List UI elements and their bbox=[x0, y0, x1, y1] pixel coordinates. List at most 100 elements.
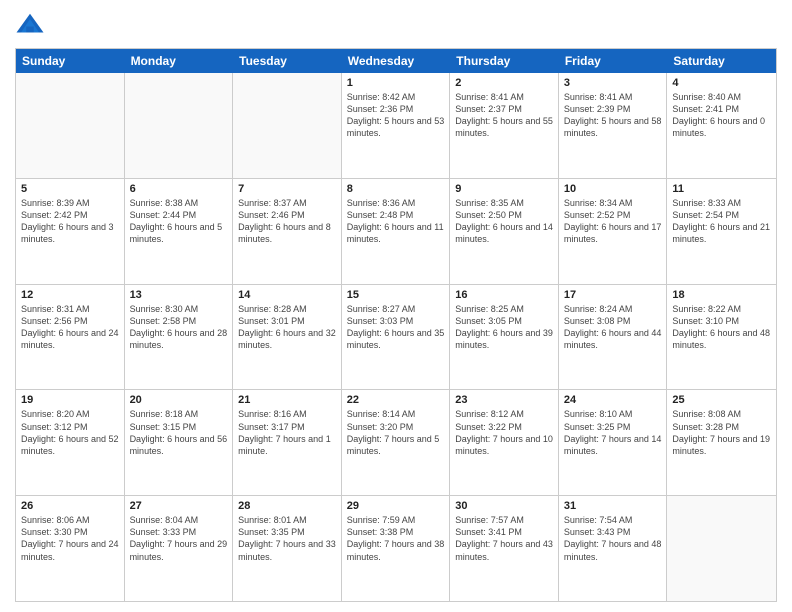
day-info: Sunrise: 8:37 AM Sunset: 2:46 PM Dayligh… bbox=[238, 197, 336, 246]
cal-cell bbox=[16, 73, 125, 178]
cal-cell: 7 Sunrise: 8:37 AM Sunset: 2:46 PM Daylig… bbox=[233, 179, 342, 284]
day-info: Sunrise: 8:42 AM Sunset: 2:36 PM Dayligh… bbox=[347, 91, 445, 140]
calendar: SundayMondayTuesdayWednesdayThursdayFrid… bbox=[15, 48, 777, 602]
header-day-saturday: Saturday bbox=[667, 49, 776, 73]
day-info: Sunrise: 8:33 AM Sunset: 2:54 PM Dayligh… bbox=[672, 197, 771, 246]
day-number: 2 bbox=[455, 77, 553, 89]
day-number: 10 bbox=[564, 183, 662, 195]
day-number: 19 bbox=[21, 394, 119, 406]
day-info: Sunrise: 8:16 AM Sunset: 3:17 PM Dayligh… bbox=[238, 408, 336, 457]
day-info: Sunrise: 8:35 AM Sunset: 2:50 PM Dayligh… bbox=[455, 197, 553, 246]
day-info: Sunrise: 8:30 AM Sunset: 2:58 PM Dayligh… bbox=[130, 303, 228, 352]
cal-cell: 16 Sunrise: 8:25 AM Sunset: 3:05 PM Dayli… bbox=[450, 285, 559, 390]
day-number: 8 bbox=[347, 183, 445, 195]
week-row-5: 26 Sunrise: 8:06 AM Sunset: 3:30 PM Dayli… bbox=[16, 495, 776, 601]
page: SundayMondayTuesdayWednesdayThursdayFrid… bbox=[0, 0, 792, 612]
day-info: Sunrise: 7:59 AM Sunset: 3:38 PM Dayligh… bbox=[347, 514, 445, 563]
cal-cell: 29 Sunrise: 7:59 AM Sunset: 3:38 PM Dayli… bbox=[342, 496, 451, 601]
day-number: 18 bbox=[672, 289, 771, 301]
header-day-thursday: Thursday bbox=[450, 49, 559, 73]
week-row-1: 1 Sunrise: 8:42 AM Sunset: 2:36 PM Daylig… bbox=[16, 73, 776, 178]
day-info: Sunrise: 8:39 AM Sunset: 2:42 PM Dayligh… bbox=[21, 197, 119, 246]
day-number: 20 bbox=[130, 394, 228, 406]
day-number: 24 bbox=[564, 394, 662, 406]
day-info: Sunrise: 8:04 AM Sunset: 3:33 PM Dayligh… bbox=[130, 514, 228, 563]
week-row-4: 19 Sunrise: 8:20 AM Sunset: 3:12 PM Dayli… bbox=[16, 389, 776, 495]
cal-cell: 4 Sunrise: 8:40 AM Sunset: 2:41 PM Daylig… bbox=[667, 73, 776, 178]
cal-cell: 25 Sunrise: 8:08 AM Sunset: 3:28 PM Dayli… bbox=[667, 390, 776, 495]
cal-cell: 21 Sunrise: 8:16 AM Sunset: 3:17 PM Dayli… bbox=[233, 390, 342, 495]
day-info: Sunrise: 8:22 AM Sunset: 3:10 PM Dayligh… bbox=[672, 303, 771, 352]
day-info: Sunrise: 8:36 AM Sunset: 2:48 PM Dayligh… bbox=[347, 197, 445, 246]
day-number: 27 bbox=[130, 500, 228, 512]
cal-cell: 12 Sunrise: 8:31 AM Sunset: 2:56 PM Dayli… bbox=[16, 285, 125, 390]
cal-cell: 18 Sunrise: 8:22 AM Sunset: 3:10 PM Dayli… bbox=[667, 285, 776, 390]
day-number: 21 bbox=[238, 394, 336, 406]
cal-cell bbox=[667, 496, 776, 601]
day-info: Sunrise: 8:06 AM Sunset: 3:30 PM Dayligh… bbox=[21, 514, 119, 563]
day-number: 1 bbox=[347, 77, 445, 89]
cal-cell: 11 Sunrise: 8:33 AM Sunset: 2:54 PM Dayli… bbox=[667, 179, 776, 284]
day-info: Sunrise: 8:27 AM Sunset: 3:03 PM Dayligh… bbox=[347, 303, 445, 352]
day-number: 7 bbox=[238, 183, 336, 195]
day-number: 12 bbox=[21, 289, 119, 301]
day-number: 5 bbox=[21, 183, 119, 195]
day-info: Sunrise: 7:57 AM Sunset: 3:41 PM Dayligh… bbox=[455, 514, 553, 563]
cal-cell: 15 Sunrise: 8:27 AM Sunset: 3:03 PM Dayli… bbox=[342, 285, 451, 390]
day-number: 28 bbox=[238, 500, 336, 512]
header-day-monday: Monday bbox=[125, 49, 234, 73]
day-number: 22 bbox=[347, 394, 445, 406]
day-info: Sunrise: 8:28 AM Sunset: 3:01 PM Dayligh… bbox=[238, 303, 336, 352]
calendar-body: 1 Sunrise: 8:42 AM Sunset: 2:36 PM Daylig… bbox=[16, 73, 776, 601]
cal-cell: 23 Sunrise: 8:12 AM Sunset: 3:22 PM Dayli… bbox=[450, 390, 559, 495]
day-number: 9 bbox=[455, 183, 553, 195]
day-info: Sunrise: 8:38 AM Sunset: 2:44 PM Dayligh… bbox=[130, 197, 228, 246]
day-number: 17 bbox=[564, 289, 662, 301]
week-row-2: 5 Sunrise: 8:39 AM Sunset: 2:42 PM Daylig… bbox=[16, 178, 776, 284]
header-day-tuesday: Tuesday bbox=[233, 49, 342, 73]
week-row-3: 12 Sunrise: 8:31 AM Sunset: 2:56 PM Dayli… bbox=[16, 284, 776, 390]
day-info: Sunrise: 8:41 AM Sunset: 2:37 PM Dayligh… bbox=[455, 91, 553, 140]
day-number: 11 bbox=[672, 183, 771, 195]
day-info: Sunrise: 7:54 AM Sunset: 3:43 PM Dayligh… bbox=[564, 514, 662, 563]
day-number: 25 bbox=[672, 394, 771, 406]
header bbox=[15, 10, 777, 40]
day-number: 30 bbox=[455, 500, 553, 512]
day-number: 26 bbox=[21, 500, 119, 512]
day-info: Sunrise: 8:25 AM Sunset: 3:05 PM Dayligh… bbox=[455, 303, 553, 352]
day-number: 15 bbox=[347, 289, 445, 301]
header-day-friday: Friday bbox=[559, 49, 668, 73]
cal-cell bbox=[233, 73, 342, 178]
cal-cell: 30 Sunrise: 7:57 AM Sunset: 3:41 PM Dayli… bbox=[450, 496, 559, 601]
day-info: Sunrise: 8:12 AM Sunset: 3:22 PM Dayligh… bbox=[455, 408, 553, 457]
day-info: Sunrise: 8:24 AM Sunset: 3:08 PM Dayligh… bbox=[564, 303, 662, 352]
cal-cell: 2 Sunrise: 8:41 AM Sunset: 2:37 PM Daylig… bbox=[450, 73, 559, 178]
calendar-header: SundayMondayTuesdayWednesdayThursdayFrid… bbox=[16, 49, 776, 73]
day-number: 23 bbox=[455, 394, 553, 406]
day-info: Sunrise: 8:08 AM Sunset: 3:28 PM Dayligh… bbox=[672, 408, 771, 457]
day-info: Sunrise: 8:31 AM Sunset: 2:56 PM Dayligh… bbox=[21, 303, 119, 352]
day-info: Sunrise: 8:40 AM Sunset: 2:41 PM Dayligh… bbox=[672, 91, 771, 140]
day-info: Sunrise: 8:18 AM Sunset: 3:15 PM Dayligh… bbox=[130, 408, 228, 457]
cal-cell: 26 Sunrise: 8:06 AM Sunset: 3:30 PM Dayli… bbox=[16, 496, 125, 601]
cal-cell: 19 Sunrise: 8:20 AM Sunset: 3:12 PM Dayli… bbox=[16, 390, 125, 495]
day-info: Sunrise: 8:41 AM Sunset: 2:39 PM Dayligh… bbox=[564, 91, 662, 140]
cal-cell: 10Sunrise: 8:34 AM Sunset: 2:52 PM Dayli… bbox=[559, 179, 668, 284]
cal-cell: 24 Sunrise: 8:10 AM Sunset: 3:25 PM Dayli… bbox=[559, 390, 668, 495]
day-info: Sunrise: 8:10 AM Sunset: 3:25 PM Dayligh… bbox=[564, 408, 662, 457]
day-number: 4 bbox=[672, 77, 771, 89]
day-number: 16 bbox=[455, 289, 553, 301]
cal-cell: 5 Sunrise: 8:39 AM Sunset: 2:42 PM Daylig… bbox=[16, 179, 125, 284]
header-day-sunday: Sunday bbox=[16, 49, 125, 73]
day-info: Sunrise: 8:20 AM Sunset: 3:12 PM Dayligh… bbox=[21, 408, 119, 457]
cal-cell: 14Sunrise: 8:28 AM Sunset: 3:01 PM Dayli… bbox=[233, 285, 342, 390]
day-number: 6 bbox=[130, 183, 228, 195]
cal-cell: 31 Sunrise: 7:54 AM Sunset: 3:43 PM Dayli… bbox=[559, 496, 668, 601]
day-number: 29 bbox=[347, 500, 445, 512]
day-number: 31 bbox=[564, 500, 662, 512]
cal-cell: 20 Sunrise: 8:18 AM Sunset: 3:15 PM Dayli… bbox=[125, 390, 234, 495]
logo bbox=[15, 10, 49, 40]
cal-cell: 9 Sunrise: 8:35 AM Sunset: 2:50 PM Daylig… bbox=[450, 179, 559, 284]
cal-cell: 3Sunrise: 8:41 AM Sunset: 2:39 PM Daylig… bbox=[559, 73, 668, 178]
cal-cell: 8 Sunrise: 8:36 AM Sunset: 2:48 PM Daylig… bbox=[342, 179, 451, 284]
